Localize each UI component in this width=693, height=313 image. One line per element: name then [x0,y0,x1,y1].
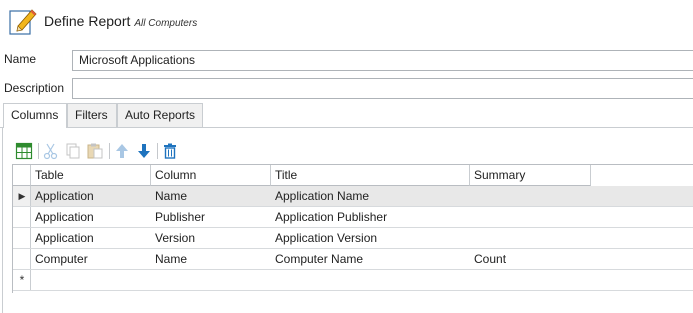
edit-report-icon [8,6,38,36]
grid-corner-header [13,165,31,186]
current-row-icon: ▶ [18,191,26,201]
paste-icon[interactable] [86,142,104,160]
dialog-title: Define Report All Computers [44,13,197,29]
cell-title[interactable]: Application Version [271,228,377,248]
new-row-icon: * [19,273,25,287]
table-row[interactable]: Application Version Application Version [13,228,693,249]
tab-strip-divider [0,127,693,128]
dialog-subtitle: All Computers [134,18,198,29]
cell-summary[interactable] [470,186,474,206]
panel-border [2,127,3,313]
delete-icon[interactable] [161,142,179,160]
cell-title[interactable]: Application Publisher [271,207,387,227]
cell-table[interactable]: Computer [31,249,88,269]
add-column-icon[interactable] [15,142,33,160]
cell-column[interactable]: Name [151,186,187,206]
new-row[interactable]: * [13,270,693,291]
dialog-title-text: Define Report [44,13,131,29]
cell-column[interactable]: Name [151,249,187,269]
table-row[interactable]: Computer Name Computer Name Count [13,249,693,270]
cell-table[interactable]: Application [31,207,94,227]
name-label: Name [4,52,37,66]
tab-columns[interactable]: Columns [3,103,67,128]
cell-table[interactable]: Application [31,228,94,248]
toolbar-separator [38,143,39,159]
table-row[interactable]: Application Publisher Application Publis… [13,207,693,228]
column-header-table[interactable]: Table [31,165,151,186]
cell-summary[interactable] [470,228,474,248]
description-field[interactable] [72,78,693,99]
cell-summary[interactable]: Count [470,249,506,269]
tab-filters[interactable]: Filters [67,103,117,127]
cell-title[interactable]: Application Name [271,186,369,206]
row-header[interactable] [13,228,31,248]
column-header-column[interactable]: Column [151,165,271,186]
row-header[interactable] [13,207,31,227]
column-header-title[interactable]: Title [271,165,470,186]
cell-summary[interactable] [470,207,474,227]
row-header[interactable]: ▶ [13,186,31,206]
cell-title[interactable]: Computer Name [271,249,363,269]
column-header-summary[interactable]: Summary [470,165,591,186]
tab-auto-reports[interactable]: Auto Reports [117,103,203,127]
cell-column[interactable]: Publisher [151,207,205,227]
cell-column[interactable]: Version [151,228,195,248]
move-up-icon[interactable] [113,142,131,160]
row-header[interactable]: * [13,270,31,290]
columns-grid: Table Column Title Summary ▶ Application… [12,164,693,293]
toolbar-separator [109,143,110,159]
cell-table[interactable]: Application [31,186,94,206]
row-header[interactable] [13,249,31,269]
cut-icon[interactable] [42,142,60,160]
table-row[interactable]: ▶ Application Name Application Name [13,186,693,207]
name-field[interactable]: Microsoft Applications [72,50,693,71]
toolbar-separator [157,143,158,159]
copy-icon[interactable] [64,142,82,160]
description-label: Description [4,81,65,95]
move-down-icon[interactable] [135,142,153,160]
